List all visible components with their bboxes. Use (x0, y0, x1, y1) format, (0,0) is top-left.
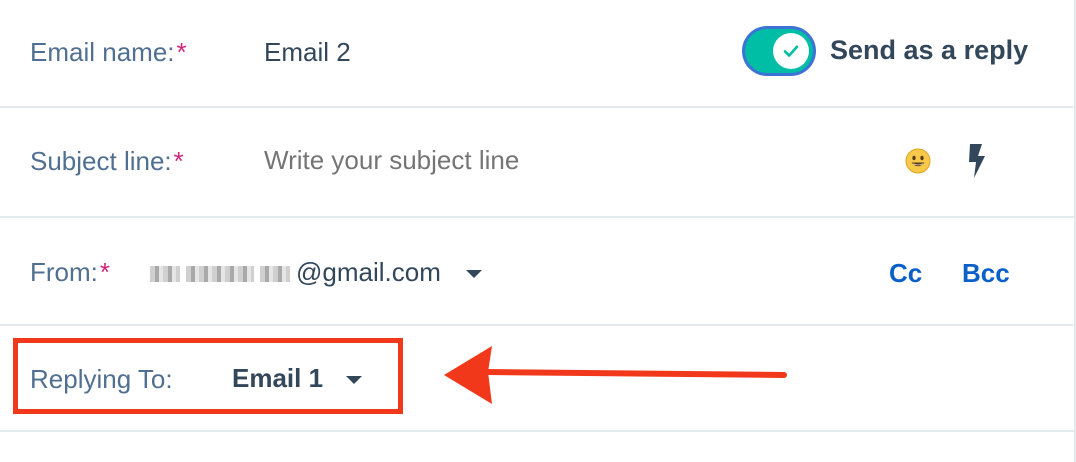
subject-line-label: Subject line:* (30, 146, 184, 176)
from-label: From:* (30, 257, 111, 287)
email-name-row: Email name:* Email 2 Send as a reply (0, 0, 1074, 108)
subject-line-input[interactable] (264, 144, 824, 176)
email-name-label: Email name:* (30, 37, 187, 67)
checkmark-icon (783, 45, 799, 57)
arrow-left-icon (444, 346, 787, 404)
bolt-shape-icon (969, 144, 985, 178)
redacted-text (260, 266, 290, 283)
emoji-face-icon (905, 148, 931, 174)
from-row: From:* @gmail.com Cc Bcc (0, 218, 1074, 326)
emoji-picker-icon[interactable] (903, 146, 933, 176)
bcc-link[interactable]: Bcc (962, 258, 1010, 289)
annotation-highlight-box (13, 338, 403, 414)
required-asterisk: * (99, 257, 111, 287)
email-name-value[interactable]: Email 2 (264, 37, 351, 68)
cc-link[interactable]: Cc (889, 258, 922, 289)
from-email-domain: @gmail.com (296, 257, 441, 287)
toggle-knob (773, 33, 809, 69)
send-as-reply-label[interactable]: Send as a reply (830, 35, 1028, 66)
redacted-text (186, 266, 254, 283)
required-asterisk: * (176, 37, 187, 67)
from-email-select[interactable]: @gmail.com (150, 257, 483, 288)
lightning-bolt-icon[interactable] (962, 142, 990, 180)
subject-line-row: Subject line:* (0, 108, 1074, 218)
caret-down-icon (466, 270, 483, 279)
email-settings-form: Email name:* Email 2 Send as a reply Sub… (0, 0, 1076, 462)
redacted-text (150, 266, 180, 283)
required-asterisk: * (173, 146, 184, 176)
send-as-reply-toggle[interactable] (745, 29, 813, 73)
